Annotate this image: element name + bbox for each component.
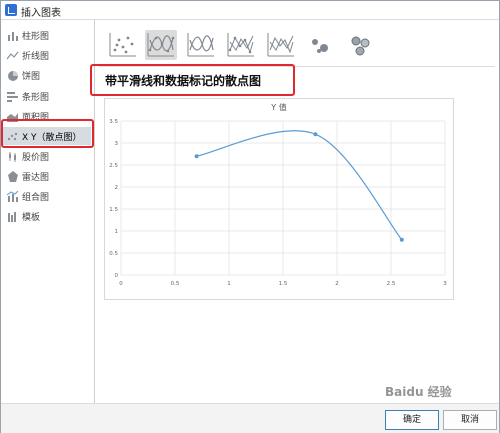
- chart-preview: Y 值 0 0.5 1 1.5 2 2.5 3 3.5 0 0.5 1 1.5 2 2.5 3: [104, 98, 454, 300]
- scatter-markers-icon: [109, 33, 136, 57]
- scatter-straight-markers-icon: [227, 33, 254, 57]
- sidebar-item-bar-chart[interactable]: 条形图: [3, 87, 91, 105]
- y-tick-label: 1: [115, 229, 119, 235]
- dialog-footer: 确定 取消: [1, 403, 499, 433]
- sidebar-item-template[interactable]: 模板: [3, 207, 91, 225]
- cancel-button[interactable]: 取消: [443, 410, 497, 430]
- sidebar-item-column-chart[interactable]: 柱形图: [3, 26, 91, 44]
- sidebar-item-radar-chart[interactable]: 雷达图: [3, 167, 91, 185]
- sidebar-item-line-chart[interactable]: 折线图: [3, 46, 91, 64]
- column-chart-icon: [8, 31, 18, 41]
- y-tick-label: 2.5: [109, 163, 118, 169]
- subtype-title-highlight-box: [90, 64, 295, 96]
- bar-chart-icon: [7, 91, 18, 102]
- scatter-chart: Y 值 0 0.5 1 1.5 2 2.5 3 3.5 0 0.5 1 1.5 2 2.5 3: [109, 102, 447, 287]
- y-tick-label: 0.5: [109, 251, 118, 257]
- sidebar-item-label: 股价图: [22, 152, 50, 163]
- combo-chart-icon: [7, 190, 19, 202]
- y-tick-label: 2: [115, 185, 119, 191]
- y-tick-label: 1.5: [109, 207, 118, 213]
- subtype-scatter-straight-lines[interactable]: [265, 30, 297, 60]
- y-tick-label: 0: [115, 273, 119, 279]
- template-icon: [8, 211, 16, 222]
- sidebar-item-label: 折线图: [22, 51, 50, 62]
- app-icon: [5, 4, 17, 16]
- scatter-smooth-markers-icon: [147, 33, 175, 57]
- scatter-straight-lines-icon: [267, 33, 294, 57]
- data-point: [194, 154, 199, 159]
- chart-type-sidebar: 柱形图 折线图 饼图 条形图 面积图 X Y（散点图） 股价图 雷达图 组合图 模板: [1, 20, 95, 403]
- y-tick-label: 3: [115, 141, 119, 147]
- sidebar-item-pie-chart[interactable]: 饼图: [3, 66, 91, 84]
- sidebar-item-label: 柱形图: [22, 31, 50, 42]
- sidebar-item-stock-chart[interactable]: 股价图: [3, 147, 91, 165]
- x-tick-label: 2: [335, 281, 339, 287]
- y-tick-label: 3.5: [109, 119, 118, 125]
- x-tick-label: 2.5: [387, 281, 396, 287]
- x-tick-label: 0: [119, 281, 123, 287]
- window-title: 插入图表: [21, 8, 61, 19]
- x-tick-label: 0.5: [171, 281, 180, 287]
- subtype-scatter-smooth-markers[interactable]: [145, 30, 177, 60]
- data-point: [399, 237, 404, 242]
- x-tick-label: 1: [227, 281, 231, 287]
- sidebar-highlight-box: [1, 119, 94, 148]
- sidebar-item-label: 饼图: [22, 71, 41, 82]
- sidebar-item-combo-chart[interactable]: 组合图: [3, 187, 91, 205]
- bubble-icon: [312, 39, 328, 53]
- subtype-scatter-markers[interactable]: [107, 30, 139, 60]
- line-chart-icon: [7, 51, 19, 59]
- subtype-bubble-3d[interactable]: [345, 30, 377, 60]
- sidebar-item-label: 模板: [22, 212, 41, 223]
- scatter-smooth-lines-icon: [187, 33, 214, 57]
- sidebar-item-label: 条形图: [22, 92, 50, 103]
- title-bar: 插入图表: [1, 1, 499, 20]
- subtype-bubble[interactable]: [305, 30, 337, 60]
- pie-chart-icon: [8, 70, 18, 81]
- watermark: Baidu 经验: [385, 385, 452, 399]
- data-point: [313, 132, 318, 137]
- subtype-thumbnails: [107, 30, 387, 60]
- series-line: [196, 130, 403, 241]
- x-tick-label: 3: [443, 281, 447, 287]
- ok-button[interactable]: 确定: [385, 410, 439, 430]
- x-tick-label: 1.5: [279, 281, 288, 287]
- bubble-3d-icon: [351, 36, 370, 56]
- chart-title: Y 值: [270, 102, 286, 112]
- sidebar-item-label: 组合图: [22, 192, 50, 203]
- subtype-scatter-smooth-lines[interactable]: [185, 30, 217, 60]
- radar-chart-icon: [8, 170, 18, 182]
- sidebar-item-label: 雷达图: [22, 172, 50, 183]
- subtype-scatter-straight-markers[interactable]: [225, 30, 257, 60]
- stock-chart-icon: [9, 151, 16, 162]
